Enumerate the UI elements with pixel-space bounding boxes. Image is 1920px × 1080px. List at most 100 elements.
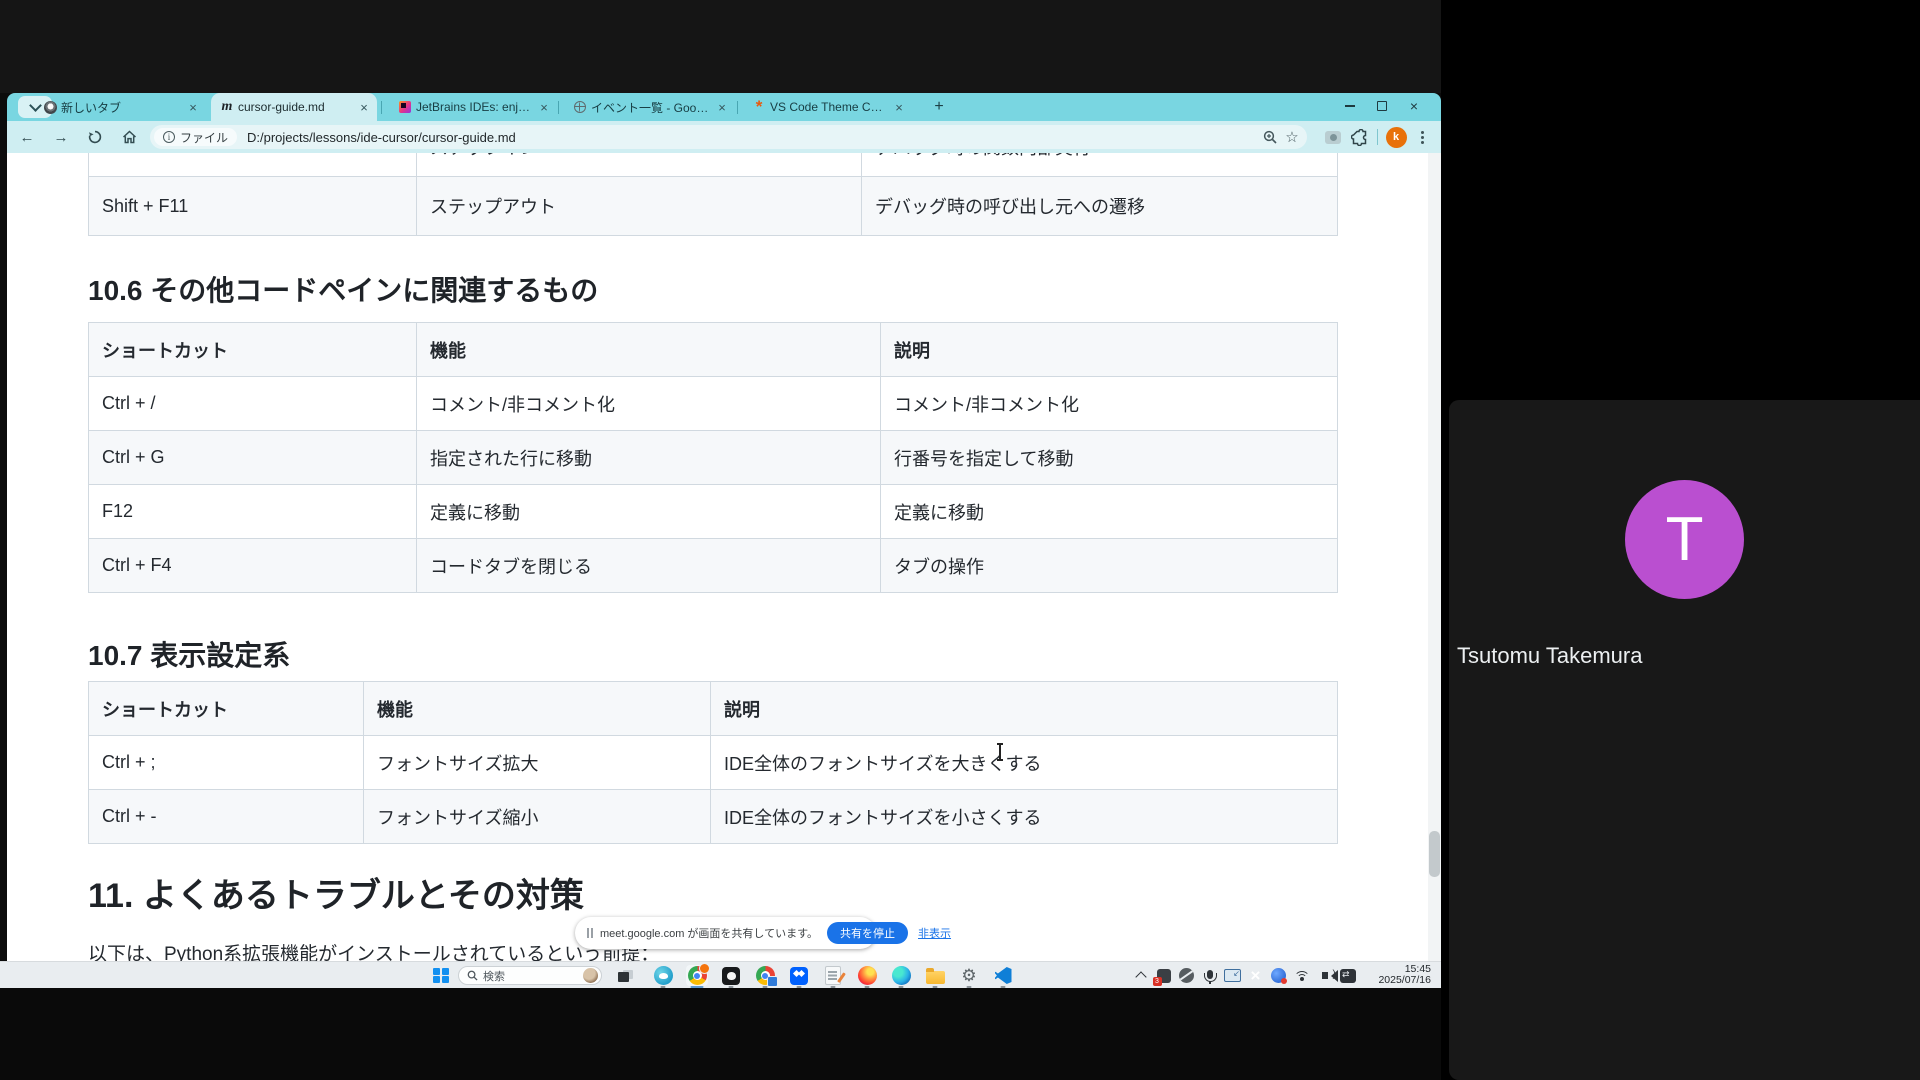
toolbar-separator: [1377, 129, 1378, 145]
tray-overflow-button[interactable]: [1129, 965, 1152, 986]
media-indicator-button[interactable]: [1320, 124, 1346, 150]
taskbar-search-box[interactable]: 検索: [458, 966, 602, 985]
tab-label: JetBrains IDEs: enjoy an excepti: [416, 100, 533, 114]
table-cell: フォントサイズ拡大: [364, 736, 711, 790]
badge-count: 3: [1153, 977, 1162, 986]
task-view-button[interactable]: [614, 965, 636, 986]
table-cell: 定義に移動: [881, 485, 1338, 539]
taskbar-app-notepad[interactable]: [822, 965, 844, 986]
share-banner-message: meet.google.com が画面を共有しています。: [600, 925, 818, 941]
task-view-icon: [618, 970, 633, 982]
table-cell: Ctrl + -: [89, 790, 364, 844]
table-cell: Ctrl + G: [89, 431, 417, 485]
taskbar-app-firefox[interactable]: [856, 965, 878, 986]
taskbar-app-explorer[interactable]: [924, 965, 946, 986]
firefox-icon: [858, 966, 877, 985]
home-button[interactable]: [119, 127, 139, 147]
taskbar-app-chrome-profile[interactable]: [754, 965, 776, 986]
tray-microphone[interactable]: [1198, 965, 1221, 986]
taskbar-app-github[interactable]: [720, 965, 742, 986]
minimize-button[interactable]: [1335, 93, 1365, 119]
profile-button[interactable]: k: [1383, 124, 1409, 150]
body-paragraph: 以下は、Python系拡張機能がインストールされているという前提：: [88, 939, 659, 961]
tab-google-calendar[interactable]: イベント一覧 - Google Calendar ×: [564, 93, 735, 121]
search-placeholder: 検索: [483, 968, 583, 984]
reload-button[interactable]: [85, 127, 105, 147]
browser-menu-button[interactable]: [1409, 124, 1435, 150]
tray-wifi[interactable]: [1290, 965, 1313, 986]
tab-jetbrains[interactable]: JetBrains IDEs: enjoy an excepti ×: [389, 93, 557, 121]
tray-close-share[interactable]: ×: [1244, 965, 1267, 986]
tab-label: cursor-guide.md: [238, 100, 353, 114]
taskbar-app-teal[interactable]: [652, 965, 674, 986]
table-cell: Ctrl + F4: [89, 539, 417, 593]
chevron-up-icon: [1135, 971, 1146, 982]
url-text[interactable]: D:/projects/lessons/ide-cursor/cursor-gu…: [247, 130, 1259, 145]
table-header-cell: 説明: [881, 323, 1338, 377]
scrollbar-thumb[interactable]: [1429, 831, 1440, 877]
tray-onedrive-paused[interactable]: [1175, 965, 1198, 986]
tray-volume[interactable]: [1313, 965, 1336, 986]
tab-close-icon[interactable]: ×: [715, 100, 729, 115]
letterbox-bottom: [0, 988, 1441, 1080]
tab-separator: [558, 101, 559, 114]
home-icon: [122, 130, 137, 144]
tab-strip: 新しいタブ × m cursor-guide.md × JetBrains ID…: [7, 93, 1441, 121]
shared-desktop: 新しいタブ × m cursor-guide.md × JetBrains ID…: [0, 93, 1441, 988]
table-display-settings: ショートカット 機能 説明 Ctrl + ; フォントサイズ拡大 IDE全体のフ…: [88, 681, 1338, 844]
stop-sharing-button[interactable]: 共有を停止: [827, 922, 908, 944]
table-cell: フォントサイズ縮小: [364, 790, 711, 844]
table-cell: Ctrl + ;: [89, 736, 364, 790]
media-indicator-icon: [1325, 131, 1341, 144]
restore-button[interactable]: [1367, 93, 1397, 119]
tray-app-orb[interactable]: [1267, 965, 1290, 986]
new-tab-button[interactable]: +: [929, 97, 949, 117]
cloud-paused-icon: [1179, 968, 1194, 983]
tab-label: 新しいタブ: [61, 99, 182, 116]
globe-favicon-icon: [573, 100, 587, 114]
taskbar-app-vscode[interactable]: [992, 965, 1014, 986]
tray-app-notifications[interactable]: 3: [1152, 965, 1175, 986]
start-button[interactable]: [430, 965, 452, 986]
scrollbar[interactable]: [1428, 153, 1441, 961]
blue-orb-icon: [1271, 968, 1286, 983]
tab-close-icon[interactable]: ×: [186, 100, 200, 115]
hide-banner-link[interactable]: 非表示: [918, 925, 951, 941]
forward-button[interactable]: →: [51, 127, 71, 147]
notification-badge: [699, 963, 710, 974]
bookmark-star-button[interactable]: ☆: [1281, 126, 1303, 148]
tray-ime[interactable]: [1336, 965, 1359, 986]
wifi-icon: [1295, 971, 1309, 981]
table-cell: ステップイン: [417, 153, 862, 177]
table-code-pane-shortcuts: ショートカット 機能 説明 Ctrl + / コメント/非コメント化 コメント/…: [88, 322, 1338, 593]
taskbar-app-chrome[interactable]: [686, 965, 708, 986]
tab-close-icon[interactable]: ×: [892, 100, 906, 115]
tab-close-icon[interactable]: ×: [537, 100, 551, 115]
tab-cursor-guide[interactable]: m cursor-guide.md ×: [211, 93, 377, 121]
back-button[interactable]: ←: [17, 127, 37, 147]
participant-avatar: T: [1625, 480, 1744, 599]
system-tray: 3 × 15:45 2025/07/16: [1129, 962, 1437, 989]
taskbar-app-settings[interactable]: ⚙: [958, 965, 980, 986]
browser-toolbar: ← → i ファイル: [7, 121, 1441, 153]
white-x-icon: ×: [1251, 966, 1261, 986]
taskbar-app-dropbox[interactable]: [788, 965, 810, 986]
participant-tile[interactable]: T Tsutomu Takemura: [1449, 400, 1920, 1080]
tab-close-icon[interactable]: ×: [357, 100, 371, 115]
participant-name: Tsutomu Takemura: [1457, 643, 1642, 669]
zoom-page-button[interactable]: [1259, 126, 1281, 148]
ime-icon: [1340, 969, 1356, 983]
taskbar-app-edge[interactable]: [890, 965, 912, 986]
tab-vscode-theme[interactable]: * VS Code Theme Customization ×: [743, 93, 912, 121]
section-heading-10-6: 10.6 その他コードペインに関連するもの: [88, 269, 598, 309]
address-bar[interactable]: i ファイル D:/projects/lessons/ide-cursor/cu…: [150, 125, 1307, 149]
page-content[interactable]: F11 ステップイン デバッグ時の関数内部実行 Shift + F11 ステップ…: [7, 153, 1441, 961]
cast-icon: [1224, 969, 1241, 982]
taskbar-clock[interactable]: 15:45 2025/07/16: [1378, 964, 1431, 986]
close-button[interactable]: ×: [1399, 93, 1429, 119]
extensions-button[interactable]: [1346, 124, 1372, 150]
table-debug-shortcuts: F11 ステップイン デバッグ時の関数内部実行 Shift + F11 ステップ…: [88, 153, 1338, 236]
tray-cast-indicator[interactable]: [1221, 965, 1244, 986]
tab-new-tab[interactable]: 新しいタブ ×: [34, 93, 206, 121]
file-protocol-chip[interactable]: i ファイル: [154, 128, 237, 146]
